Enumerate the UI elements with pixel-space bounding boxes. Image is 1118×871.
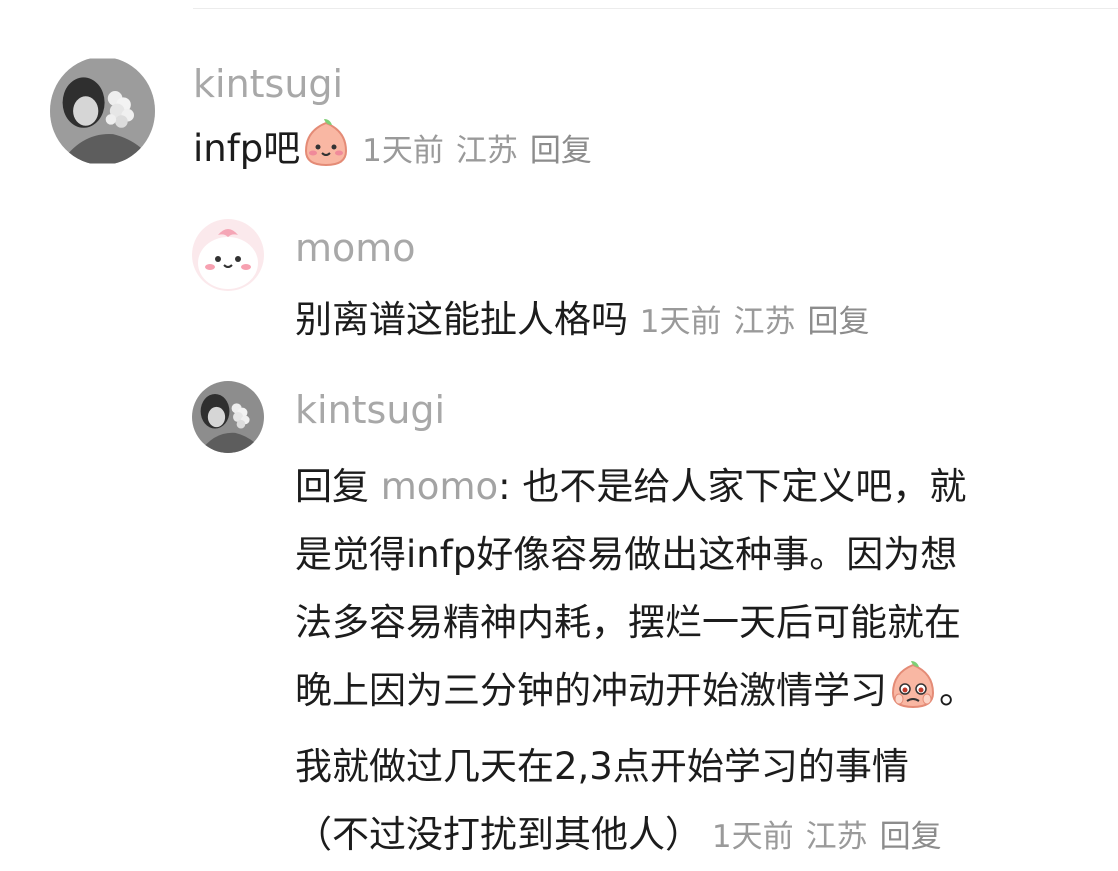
- avatar-kintsugi[interactable]: [192, 381, 264, 453]
- comment-content: infp吧 1天前 江苏 回复: [193, 117, 1093, 187]
- avatar-cartoon-icon: [192, 219, 264, 291]
- comment-3: kintsugi 回复 momo: 也不是给人家下定义吧，就 是觉得infp好像…: [295, 388, 1095, 871]
- peach-pleading-emoji-icon: [887, 659, 939, 733]
- comment-meta: 1天前 江苏 回复: [702, 819, 954, 855]
- comment-text: 别离谱这能扯人格吗: [295, 298, 628, 341]
- comment-line: 法多容易精神内耗，摆烂一天后可能就在: [295, 601, 961, 644]
- comment-location: 江苏: [733, 304, 796, 340]
- comment-line: 回复 momo: 也不是给人家下定义吧，就: [295, 453, 1095, 521]
- comment-line: 晚上因为三分钟的冲动开始激情学习 。: [295, 657, 1095, 733]
- reply-prefix: 回复: [295, 465, 369, 508]
- comment-text-line: : 也不是给人家下定义吧，就: [498, 465, 967, 508]
- comment-username[interactable]: kintsugi: [295, 388, 1095, 432]
- comment-time: 1天前: [711, 819, 794, 855]
- avatar-kintsugi[interactable]: [50, 57, 155, 165]
- comment-line: 是觉得infp好像容易做出这种事。因为想: [295, 533, 958, 576]
- comment-text-line: （不过没打扰到其他人）: [295, 813, 702, 856]
- peach-smile-emoji-icon: [300, 117, 352, 187]
- comment-username[interactable]: momo: [295, 226, 1095, 270]
- avatar-photo-icon: [50, 58, 155, 164]
- comment-line: （不过没打扰到其他人） 1天前 江苏 回复: [295, 801, 1095, 871]
- comment-text-end: 。: [939, 669, 976, 712]
- comment-text: infp吧: [193, 127, 301, 170]
- comment-text-line: 晚上因为三分钟的冲动开始激情学习: [295, 669, 887, 712]
- comment-content: 回复 momo: 也不是给人家下定义吧，就 是觉得infp好像容易做出这种事。因…: [295, 453, 1095, 871]
- comment-time: 1天前: [362, 133, 444, 169]
- comment-time: 1天前: [639, 304, 722, 340]
- comment-line: 我就做过几天在2,3点开始学习的事情: [295, 745, 909, 788]
- comment-meta: 1天前 江苏 回复: [352, 133, 604, 169]
- comment-meta: 1天前 江苏 回复: [640, 304, 882, 340]
- mention-link[interactable]: momo: [381, 465, 498, 508]
- reply-button[interactable]: 回复: [530, 133, 592, 169]
- reply-button[interactable]: 回复: [808, 304, 870, 340]
- comment-2: momo 别离谱这能扯人格吗 1天前 江苏 回复: [295, 226, 1095, 352]
- avatar-photo-icon: [192, 381, 264, 453]
- comment-username[interactable]: kintsugi: [193, 62, 1093, 106]
- reply-button[interactable]: 回复: [880, 819, 942, 855]
- avatar-momo[interactable]: [192, 219, 264, 291]
- comment-1: kintsugi infp吧 1天前 江苏 回复: [193, 62, 1093, 187]
- comment-content: 别离谱这能扯人格吗 1天前 江苏 回复: [295, 290, 1095, 352]
- comment-location: 江苏: [455, 133, 518, 169]
- top-divider: [193, 8, 1118, 9]
- comment-location: 江苏: [805, 819, 868, 855]
